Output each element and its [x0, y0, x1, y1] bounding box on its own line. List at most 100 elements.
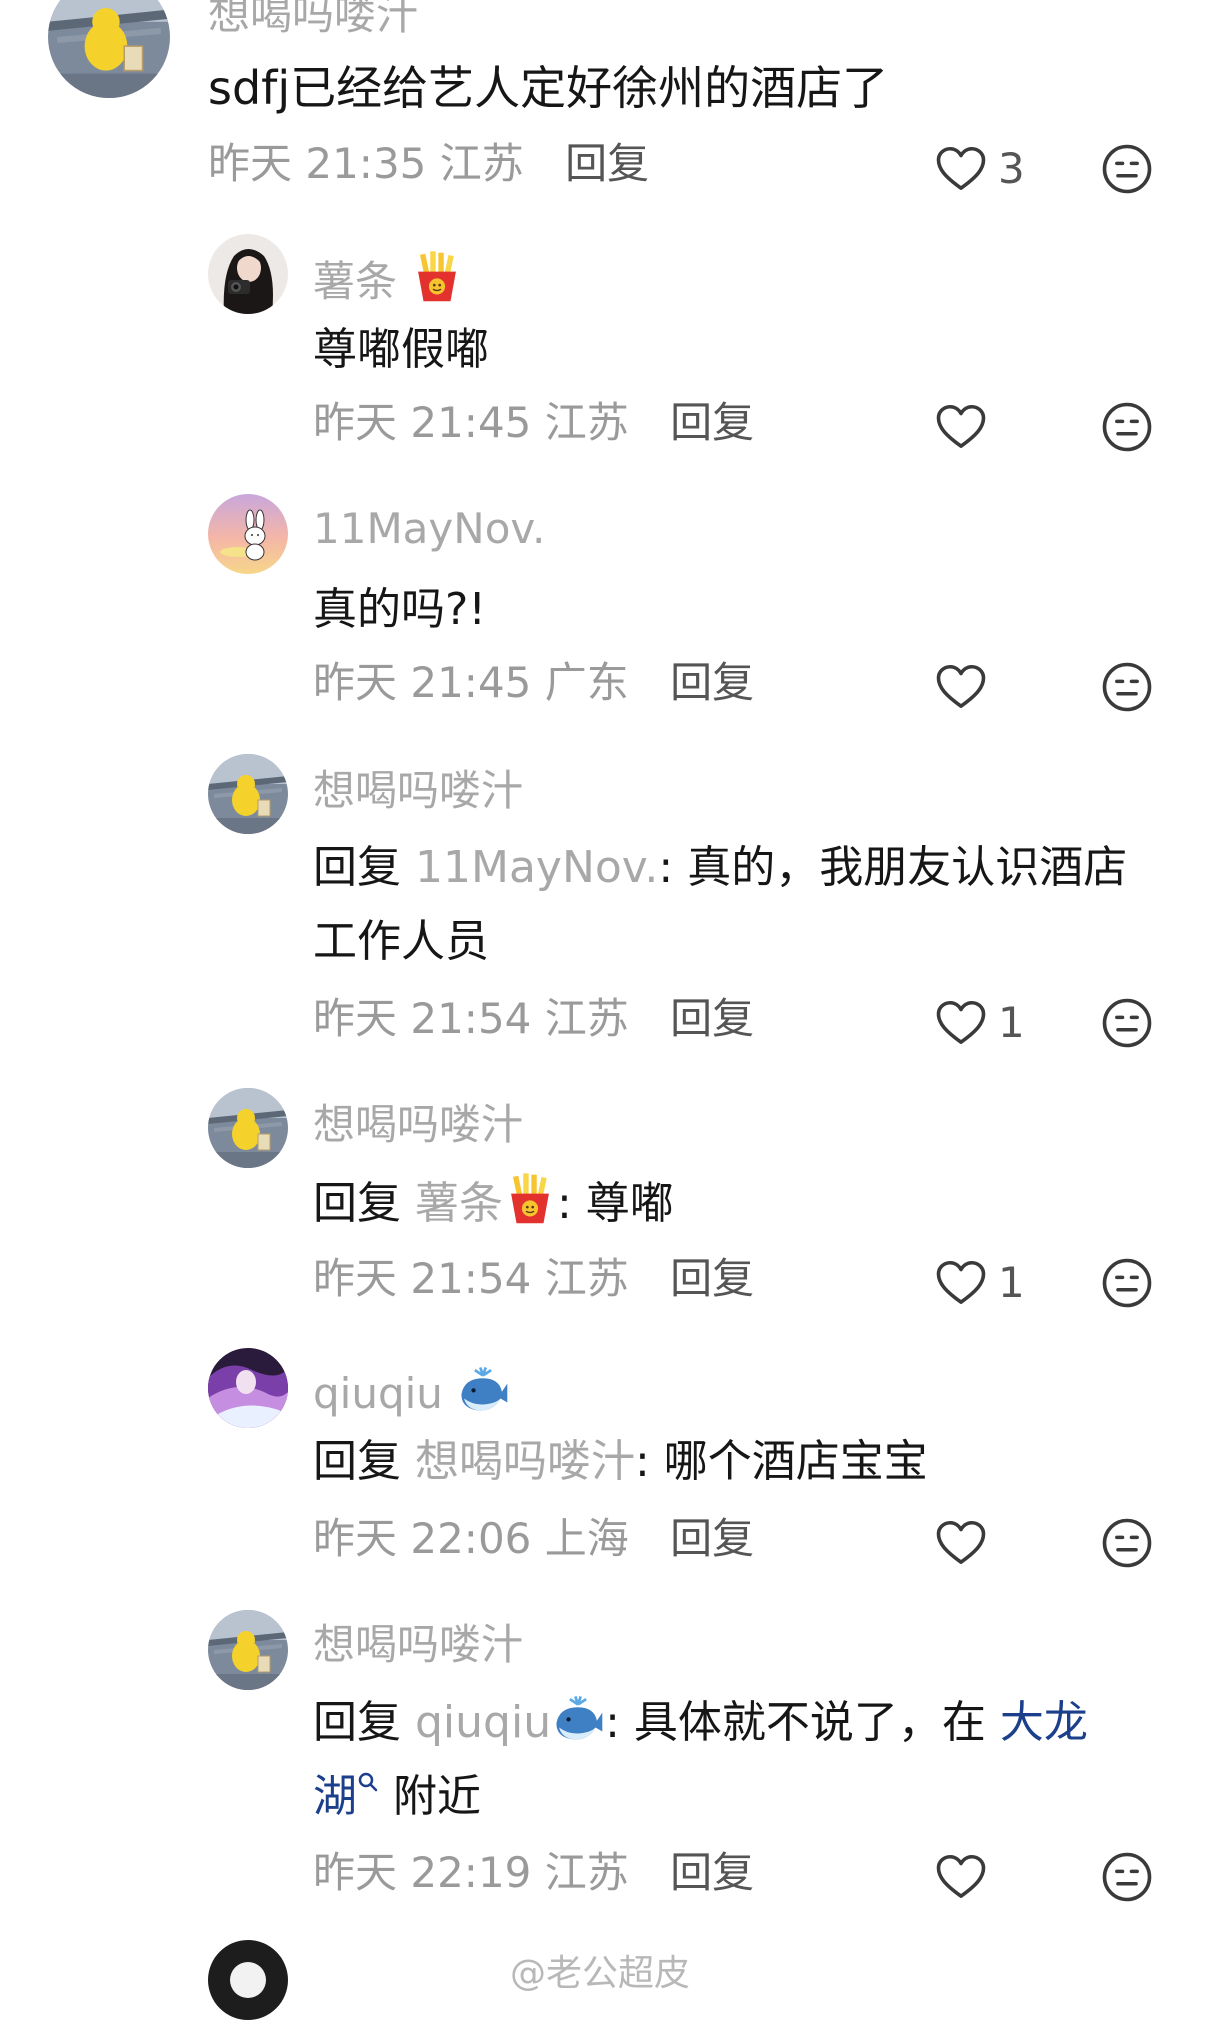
avatar[interactable] — [208, 494, 288, 574]
like-button[interactable] — [934, 400, 988, 454]
react-button[interactable] — [1100, 996, 1154, 1050]
like-count: 3 — [998, 144, 1025, 193]
avatar[interactable] — [208, 234, 288, 314]
reply-to-user[interactable]: qiuqiu — [415, 1697, 605, 1748]
comment-text: 回复 11MayNov.: 真的，我朋友认识酒店 工作人员 — [313, 831, 1173, 979]
comment-location: 江苏 — [544, 1254, 629, 1303]
avatar[interactable] — [208, 1088, 288, 1168]
react-button[interactable] — [1100, 660, 1154, 714]
reply-button[interactable]: 回复 — [670, 1514, 754, 1563]
reply-button[interactable]: 回复 — [670, 658, 754, 707]
comment-username[interactable]: qiuqiu — [313, 1362, 510, 1416]
comment-text-line2: 附近 — [379, 1771, 481, 1822]
react-button[interactable] — [1100, 1850, 1154, 1904]
comment-text-line1: : 真的，我朋友认识酒店 — [658, 842, 1128, 893]
topic-link[interactable]: 大龙 — [1000, 1697, 1088, 1748]
like-count: 1 — [998, 998, 1025, 1047]
meh-face-icon — [1100, 400, 1154, 454]
meh-face-icon — [1100, 142, 1154, 196]
reply-button[interactable]: 回复 — [670, 398, 754, 447]
like-button[interactable]: 3 — [934, 142, 1025, 196]
comment-text-body: : 哪个酒店宝宝 — [635, 1436, 928, 1487]
comment-username[interactable]: 想喝吗喽汁 — [313, 1624, 523, 1666]
meh-face-icon — [1100, 1850, 1154, 1904]
comment-time: 昨天 21:35 — [208, 139, 427, 188]
topic-link-cont[interactable]: 湖 — [313, 1771, 379, 1822]
comment-text: 真的吗?! — [313, 584, 486, 635]
react-button[interactable] — [1100, 400, 1154, 454]
comment-meta: 昨天 21:45 江苏 回复 — [313, 402, 754, 444]
username-text: qiuqiu — [313, 1369, 443, 1418]
comment-location: 江苏 — [544, 994, 629, 1043]
reply-button[interactable]: 回复 — [670, 1254, 754, 1303]
reply-prefix: 回复 — [313, 1697, 401, 1748]
heart-outline-icon — [934, 1850, 988, 1904]
heart-outline-icon — [934, 142, 988, 196]
comment-username[interactable]: 11MayNov. — [313, 508, 545, 550]
avatar[interactable] — [208, 754, 288, 834]
reply-button[interactable]: 回复 — [670, 1848, 754, 1897]
comment-location: 江苏 — [544, 398, 629, 447]
comment-text-line1: : 具体就不说了，在 — [605, 1697, 1000, 1748]
comment-username[interactable]: 想喝吗喽汁 — [313, 1104, 523, 1146]
whale-emoji — [551, 1691, 605, 1745]
comment-time: 昨天 21:45 — [313, 658, 532, 707]
reply-button[interactable]: 回复 — [565, 139, 649, 188]
reply-prefix: 回复 — [313, 842, 401, 893]
comment-location: 广东 — [544, 658, 629, 707]
meh-face-icon — [1100, 1516, 1154, 1570]
comment-meta: 昨天 22:06 上海 回复 — [313, 1518, 754, 1560]
comment-time: 昨天 22:19 — [313, 1848, 532, 1897]
reply-button[interactable]: 回复 — [670, 994, 754, 1043]
heart-outline-icon — [934, 1256, 988, 1310]
comment-meta: 昨天 21:54 江苏 回复 — [313, 1258, 754, 1300]
heart-outline-icon — [934, 660, 988, 714]
search-icon — [358, 1772, 378, 1792]
heart-outline-icon — [934, 1516, 988, 1570]
react-button[interactable] — [1100, 1256, 1154, 1310]
meh-face-icon — [1100, 1256, 1154, 1310]
comment-text: 回复 薯条: 尊嘟 — [313, 1167, 674, 1241]
comment-username[interactable]: 想喝吗喽汁 — [208, 0, 418, 36]
avatar[interactable] — [208, 1348, 288, 1428]
comment-username[interactable]: 想喝吗喽汁 — [313, 770, 523, 812]
reply-prefix: 回复 — [313, 1436, 401, 1487]
react-button[interactable] — [1100, 142, 1154, 196]
topic-link-text: 湖 — [313, 1771, 357, 1822]
reply-to-user[interactable]: 想喝吗喽汁 — [415, 1436, 635, 1487]
username-text: 薯条 — [313, 257, 398, 306]
reply-to-name: 薯条 — [415, 1178, 503, 1229]
comment-text: 回复 想喝吗喽汁: 哪个酒店宝宝 — [313, 1425, 928, 1499]
like-button[interactable] — [934, 1516, 988, 1570]
meh-face-icon — [1100, 996, 1154, 1050]
comment-meta: 昨天 22:19 江苏 回复 — [313, 1852, 754, 1894]
avatar[interactable] — [208, 1610, 288, 1690]
reply-to-user[interactable]: 11MayNov. — [415, 842, 658, 893]
heart-outline-icon — [934, 400, 988, 454]
comment-time: 昨天 22:06 — [313, 1514, 532, 1563]
comment-username[interactable]: 薯条 — [313, 250, 464, 304]
comment-meta: 昨天 21:54 江苏 回复 — [313, 998, 754, 1040]
comment-meta: 昨天 21:45 广东 回复 — [313, 662, 754, 704]
like-button[interactable] — [934, 660, 988, 714]
whale-emoji — [456, 1362, 510, 1416]
avatar[interactable] — [48, 0, 170, 98]
comment-time: 昨天 21:54 — [313, 994, 532, 1043]
comment-time: 昨天 21:54 — [313, 1254, 532, 1303]
comment-text-line2: 工作人员 — [313, 916, 489, 967]
french-fries-emoji — [410, 250, 464, 304]
like-button[interactable] — [934, 1850, 988, 1904]
french-fries-emoji — [503, 1172, 557, 1226]
comment-time: 昨天 21:45 — [313, 398, 532, 447]
reply-prefix: 回复 — [313, 1178, 401, 1229]
like-button[interactable]: 1 — [934, 996, 1025, 1050]
reply-to-user[interactable]: 薯条 — [415, 1178, 557, 1229]
comment-text: sdfj已经给艺人定好徐州的酒店了 — [208, 61, 889, 115]
meh-face-icon — [1100, 660, 1154, 714]
like-button[interactable]: 1 — [934, 1256, 1025, 1310]
comment-location: 江苏 — [439, 139, 524, 188]
comment-location: 上海 — [544, 1514, 629, 1563]
react-button[interactable] — [1100, 1516, 1154, 1570]
avatar[interactable] — [208, 1940, 288, 2020]
comment-meta: 昨天 21:35 江苏 回复 — [208, 143, 649, 185]
